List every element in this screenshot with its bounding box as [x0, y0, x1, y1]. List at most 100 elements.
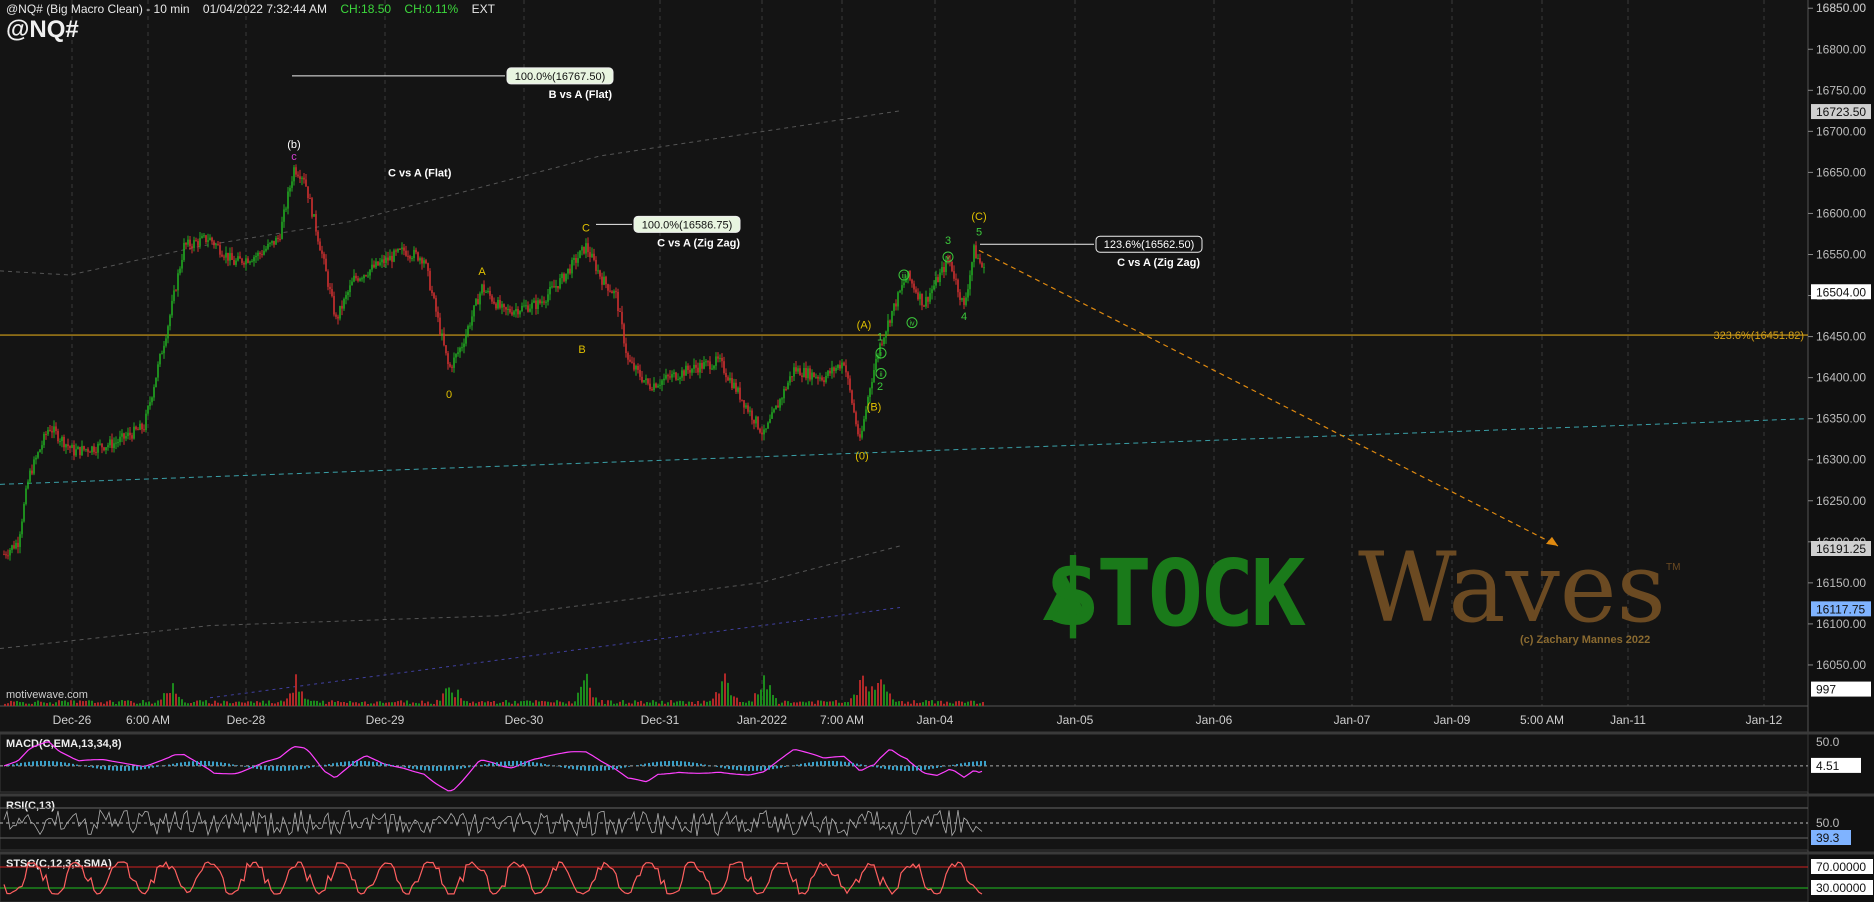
candle-body — [481, 284, 483, 294]
candle-body — [395, 250, 397, 252]
volume-bar — [361, 701, 363, 706]
volume-bar — [559, 701, 561, 706]
volume-bar — [355, 702, 357, 706]
candle-body — [137, 429, 139, 431]
candle-body — [169, 315, 171, 327]
wave-circle-text: iv — [909, 321, 915, 328]
volume-bar — [43, 702, 45, 706]
macd-histogram-bar — [148, 765, 150, 769]
macd-histogram-bar — [64, 762, 66, 766]
macd-histogram-bar — [964, 762, 966, 766]
candle-body — [203, 235, 205, 237]
volume-bar — [199, 700, 201, 706]
volume-bar — [316, 700, 318, 706]
candle-body — [799, 368, 801, 376]
candle-body — [703, 362, 705, 369]
candle-body — [525, 305, 527, 307]
candle-body — [437, 311, 439, 318]
price-chart[interactable]: Dec-26 6:00 AM Dec-28 Dec-29 Dec-30 Dec-31 Jan… — [0, 0, 1874, 902]
macd-histogram-bar — [512, 760, 514, 766]
candle-body — [471, 316, 473, 326]
candle-body — [527, 305, 529, 312]
macd-histogram-bar — [800, 763, 802, 766]
volume-bar — [937, 701, 939, 706]
volume-bar — [592, 697, 594, 706]
x-tick-label: Jan-04 — [917, 713, 954, 727]
volume-bar — [154, 702, 156, 706]
volume-bar — [781, 702, 783, 706]
candle-body — [789, 376, 791, 383]
volume-bar — [622, 700, 624, 706]
volume-bar — [19, 702, 21, 706]
candle-body — [663, 378, 665, 381]
candle-body — [771, 412, 773, 419]
candle-body — [503, 304, 505, 308]
volume-bar — [40, 701, 42, 706]
candle-body — [7, 555, 9, 557]
candle-body — [793, 367, 795, 377]
macd-histogram-bar — [344, 761, 346, 766]
volume-bar — [325, 703, 327, 706]
candle-body — [241, 258, 243, 263]
candle-body — [935, 277, 937, 286]
candle-body — [37, 452, 39, 458]
candle-body — [715, 356, 717, 366]
macd-histogram-bar — [960, 763, 962, 766]
symbol-line: @NQ# (Big Macro Clean) - 10 min — [6, 2, 190, 16]
candle-body — [443, 333, 445, 346]
candle-body — [201, 236, 203, 239]
candle-body — [143, 429, 145, 431]
candle-body — [17, 542, 19, 547]
candles-group — [3, 164, 985, 561]
candle-body — [977, 258, 979, 260]
macd-histogram-bar — [716, 765, 718, 767]
volume-bar — [73, 700, 75, 706]
volume-bar — [634, 700, 636, 706]
macd-histogram-bar — [984, 760, 986, 766]
volume-bar — [220, 703, 222, 706]
candle-body — [697, 367, 699, 373]
macd-histogram-bar — [216, 761, 218, 766]
candle-body — [361, 278, 363, 280]
candle-body — [85, 449, 87, 451]
macd-histogram-bar — [300, 765, 302, 770]
volume-bar — [457, 689, 459, 706]
candle-body — [267, 243, 269, 249]
price-tag-label: 16850.00 — [1816, 1, 1866, 15]
volume-bar — [166, 693, 168, 706]
candle-body — [435, 298, 437, 312]
volume-bar — [436, 699, 438, 706]
macd-histogram-bar — [836, 761, 838, 766]
volume-bar — [292, 692, 294, 706]
volume-bar — [871, 686, 873, 706]
volume-bar — [508, 702, 510, 706]
volume-bar — [517, 703, 519, 706]
macd-histogram-bar — [580, 765, 582, 771]
volume-bar — [289, 693, 291, 706]
candle-body — [97, 443, 99, 453]
volume-bar — [313, 700, 315, 706]
candle-body — [31, 470, 33, 474]
volume-bar — [160, 699, 162, 706]
candle-body — [545, 301, 547, 303]
candle-body — [529, 308, 531, 312]
macd-histogram-bar — [116, 765, 118, 771]
volume-bar — [178, 696, 180, 706]
candle-body — [541, 301, 543, 304]
volume-bar — [667, 702, 669, 706]
macd-histogram-bar — [284, 765, 286, 771]
volume-bar — [790, 702, 792, 706]
candle-body — [223, 256, 225, 258]
candle-body — [275, 237, 277, 245]
volume-bar — [901, 701, 903, 706]
candle-body — [475, 299, 477, 306]
macd-histogram-bar — [500, 761, 502, 766]
candle-body — [61, 436, 63, 441]
macd-histogram-bar — [92, 765, 94, 768]
volume-bar — [364, 701, 366, 706]
candle-body — [311, 198, 313, 217]
candle-body — [981, 262, 983, 268]
candle-body — [397, 248, 399, 252]
volume-bar — [322, 700, 324, 706]
candle-body — [469, 325, 471, 327]
